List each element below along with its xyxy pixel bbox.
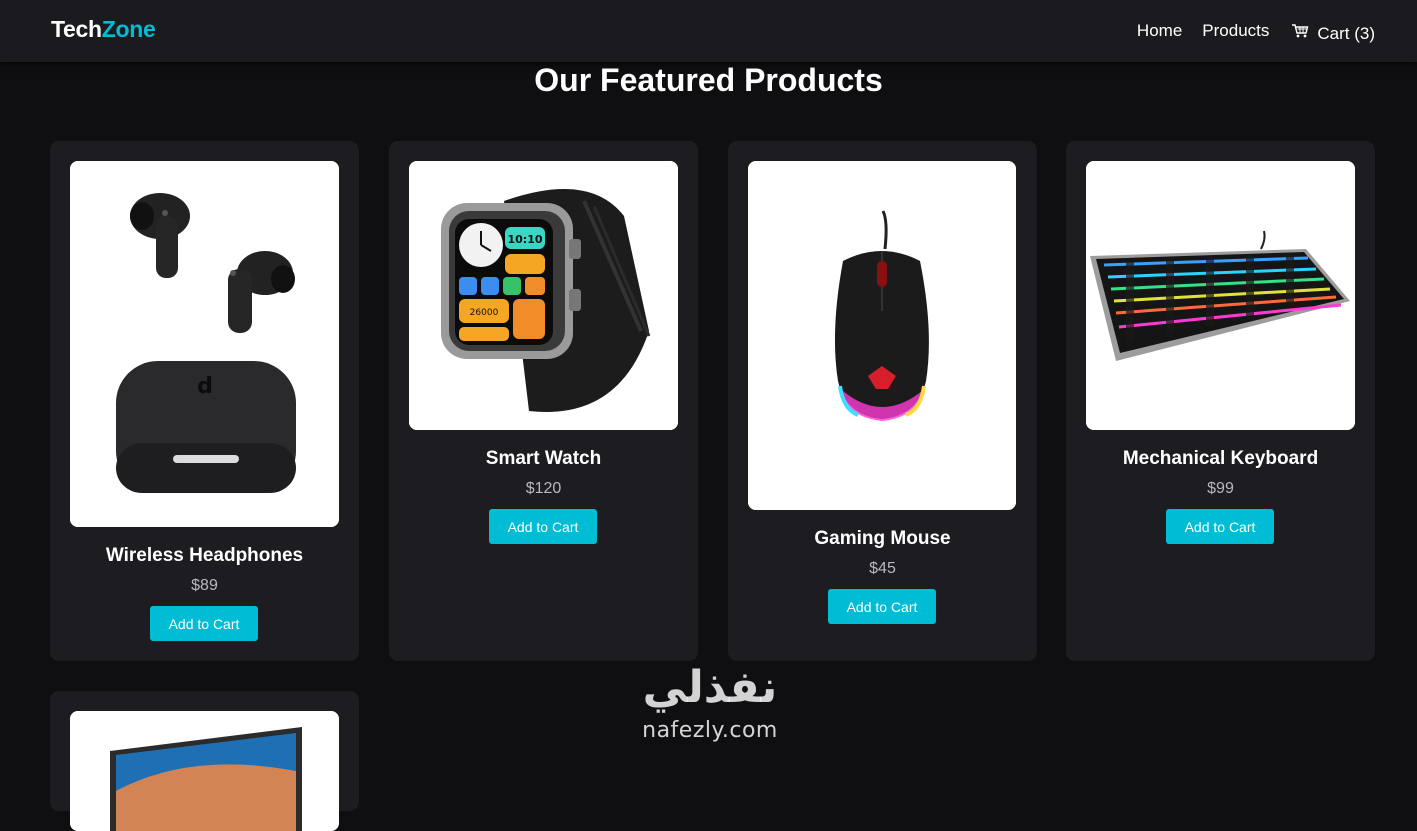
product-price: $45	[869, 560, 896, 577]
logo-text-zone: Zone	[101, 16, 156, 42]
nav-home-link[interactable]: Home	[1137, 21, 1182, 41]
monitor-image[interactable]	[70, 711, 339, 831]
product-name: Smart Watch	[485, 448, 602, 469]
navbar: TechZone Home Products Cart (3)	[0, 0, 1417, 62]
product-card: Gaming Mouse $45 Add to Cart	[728, 141, 1037, 661]
svg-text:d: d	[197, 374, 213, 399]
nav-cart-link[interactable]: Cart (3)	[1291, 23, 1375, 44]
add-to-cart-button[interactable]: Add to Cart	[828, 589, 936, 624]
gaming-mouse-image[interactable]	[748, 161, 1016, 510]
svg-text:10:10: 10:10	[507, 233, 542, 246]
logo-text-tech: Tech	[51, 16, 102, 42]
cart-icon	[1291, 23, 1317, 44]
add-to-cart-button[interactable]: Add to Cart	[1166, 509, 1274, 544]
page-title: Our Featured Products	[534, 62, 883, 98]
product-name: Mechanical Keyboard	[1122, 448, 1319, 469]
earbuds-image[interactable]: d	[70, 161, 339, 527]
product-price: $99	[1207, 480, 1234, 497]
nav-products-link[interactable]: Products	[1202, 21, 1269, 41]
watermark: نفذلي nafezly.com	[620, 662, 800, 743]
product-card: 10:10 26000 Smart Watch $120 Add to Cart	[389, 141, 698, 661]
product-price: $89	[191, 577, 218, 594]
product-card: Mechanical Keyboard $99 Add to Cart	[1066, 141, 1375, 661]
svg-text:26000: 26000	[470, 308, 499, 318]
product-name: Wireless Headphones	[105, 545, 304, 566]
logo[interactable]: TechZone	[51, 16, 156, 43]
nav-links: Home Products Cart (3)	[1117, 18, 1375, 44]
smartwatch-image[interactable]: 10:10 26000	[409, 161, 678, 430]
cart-label: Cart (3)	[1317, 23, 1375, 43]
product-name: Gaming Mouse	[814, 528, 951, 549]
watermark-latin: nafezly.com	[642, 718, 778, 743]
add-to-cart-button[interactable]: Add to Cart	[489, 509, 597, 544]
product-price: $120	[525, 480, 562, 497]
product-card	[50, 691, 359, 831]
keyboard-image[interactable]	[1086, 161, 1355, 430]
add-to-cart-button[interactable]: Add to Cart	[150, 606, 258, 641]
product-card: d Wireless Headphones $89 Add to Cart	[50, 141, 359, 661]
watermark-arabic: نفذلي	[642, 662, 778, 713]
